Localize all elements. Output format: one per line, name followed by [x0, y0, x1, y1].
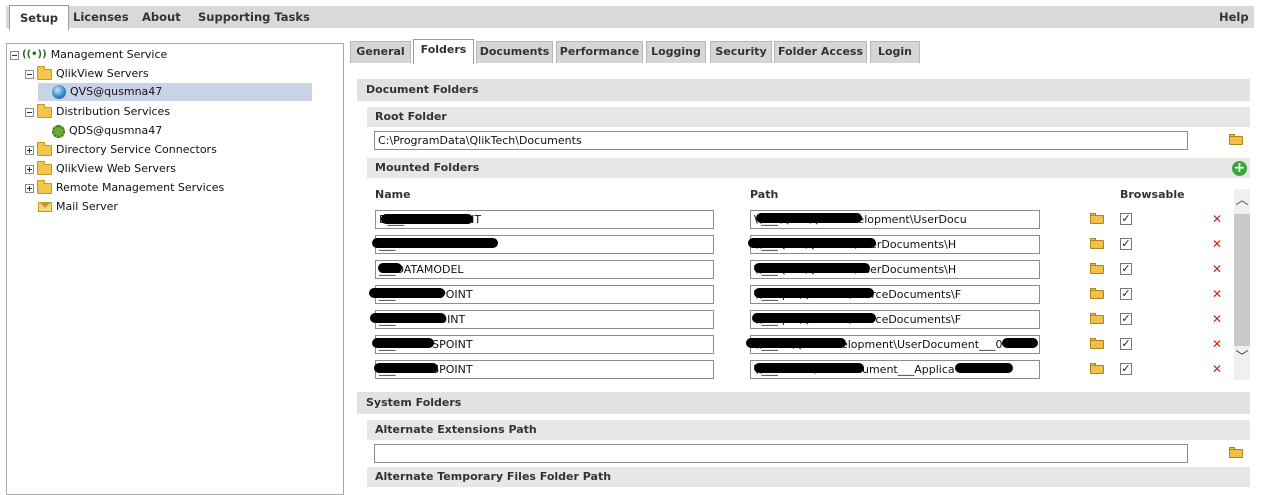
tree-item-distribution-services[interactable]: Distribution Services	[25, 103, 170, 121]
delete-icon[interactable]: ✕	[1212, 238, 1222, 250]
folder-icon	[37, 141, 52, 156]
mounted-folders-scrollbar[interactable]: ︿ ﹀	[1234, 189, 1250, 380]
delete-icon[interactable]: ✕	[1212, 213, 1222, 225]
alt-extensions-label: Alternate Extensions Path	[367, 420, 1250, 440]
browsable-checkbox[interactable]: ✓	[1120, 288, 1132, 300]
menu-licenses[interactable]: Licenses	[73, 6, 129, 28]
tab-documents[interactable]: Documents	[476, 41, 553, 63]
scroll-thumb[interactable]	[1234, 214, 1250, 346]
scroll-up-icon[interactable]: ︿	[1234, 193, 1250, 209]
root-folder-label: Root Folder	[367, 107, 1250, 127]
tree-item-mail-server[interactable]: Mail Server	[38, 198, 118, 216]
folder-browse-icon[interactable]	[1090, 313, 1104, 324]
delete-icon[interactable]: ✕	[1212, 263, 1222, 275]
mounted-folders-label: Mounted Folders	[367, 158, 1250, 178]
folder-browse-icon[interactable]	[1090, 363, 1104, 374]
expand-icon[interactable]	[25, 164, 34, 174]
expand-icon[interactable]	[25, 183, 34, 193]
root-folder-input[interactable]: C:\ProgramData\QlikTech\Documents	[374, 131, 1188, 150]
folder-icon	[37, 179, 52, 194]
delete-icon[interactable]: ✕	[1212, 363, 1222, 375]
folder-browse-icon[interactable]	[1090, 238, 1104, 249]
delete-icon[interactable]: ✕	[1212, 288, 1222, 300]
tree-item-qvs-node[interactable]: QVS@qusmna47	[38, 83, 312, 101]
column-name: Name	[375, 188, 411, 201]
folder-icon	[37, 160, 52, 175]
column-path: Path	[750, 188, 779, 201]
browsable-checkbox[interactable]: ✓	[1120, 338, 1132, 350]
folder-browse-icon[interactable]	[1229, 134, 1243, 145]
delete-icon[interactable]: ✕	[1212, 338, 1222, 350]
menu-about[interactable]: About	[142, 6, 181, 28]
tab-security[interactable]: Security	[710, 41, 772, 63]
menu-help[interactable]: Help	[1219, 6, 1249, 28]
scroll-down-icon[interactable]: ﹀	[1234, 350, 1250, 366]
tree-item-qlikview-servers[interactable]: QlikView Servers	[25, 65, 149, 83]
browsable-checkbox[interactable]: ✓	[1120, 313, 1132, 325]
alt-temp-label: Alternate Temporary Files Folder Path	[367, 467, 1250, 487]
service-tree: ((•)) Management Service QlikView Servers…	[6, 43, 344, 495]
collapse-icon[interactable]	[25, 107, 34, 117]
tab-folders[interactable]: Folders	[413, 39, 474, 64]
tree-item-qlikview-web-servers[interactable]: QlikView Web Servers	[25, 160, 176, 178]
column-browsable: Browsable	[1120, 188, 1185, 201]
folder-browse-icon[interactable]	[1090, 338, 1104, 349]
delete-icon[interactable]: ✕	[1212, 313, 1222, 325]
mail-icon	[38, 202, 52, 212]
tab-login[interactable]: Login	[870, 41, 920, 63]
folder-browse-icon[interactable]	[1090, 288, 1104, 299]
add-icon[interactable]: +	[1232, 161, 1247, 176]
system-folders-header: System Folders	[357, 392, 1250, 414]
tree-item-remote-management-services[interactable]: Remote Management Services	[25, 179, 224, 197]
tree-item-directory-service-connectors[interactable]: Directory Service Connectors	[25, 141, 217, 159]
tab-general[interactable]: General	[350, 41, 411, 63]
menu-setup[interactable]: Setup	[9, 5, 69, 30]
server-globe-icon	[52, 85, 66, 99]
collapse-icon[interactable]	[10, 50, 19, 60]
tree-item-qds-node[interactable]: QDS@qusmna47	[52, 122, 162, 140]
folder-icon	[37, 65, 52, 80]
browsable-checkbox[interactable]: ✓	[1120, 213, 1132, 225]
browsable-checkbox[interactable]: ✓	[1120, 363, 1132, 375]
alt-extensions-input[interactable]	[374, 444, 1188, 463]
collapse-icon[interactable]	[25, 69, 34, 79]
document-folders-header: Document Folders	[357, 79, 1250, 101]
tab-performance[interactable]: Performance	[556, 41, 643, 63]
broadcast-icon: ((•))	[22, 49, 47, 60]
folder-browse-icon[interactable]	[1090, 213, 1104, 224]
tab-folder-access[interactable]: Folder Access	[774, 41, 867, 63]
browsable-checkbox[interactable]: ✓	[1120, 263, 1132, 275]
menu-supporting-tasks[interactable]: Supporting Tasks	[198, 6, 310, 28]
folder-browse-icon[interactable]	[1090, 263, 1104, 274]
top-menu-bar: Setup Licenses About Supporting Tasks He…	[0, 0, 1271, 34]
browsable-checkbox[interactable]: ✓	[1120, 238, 1132, 250]
expand-icon[interactable]	[25, 145, 34, 155]
tab-logging[interactable]: Logging	[646, 41, 706, 63]
folder-icon	[37, 103, 52, 118]
name-input[interactable]: ___DATAMODEL	[375, 260, 714, 279]
gear-icon	[52, 124, 65, 138]
folder-browse-icon[interactable]	[1229, 447, 1243, 458]
menu-strip: Setup Licenses About Supporting Tasks He…	[6, 5, 1254, 30]
tree-item-management-service[interactable]: ((•)) Management Service	[10, 46, 167, 64]
